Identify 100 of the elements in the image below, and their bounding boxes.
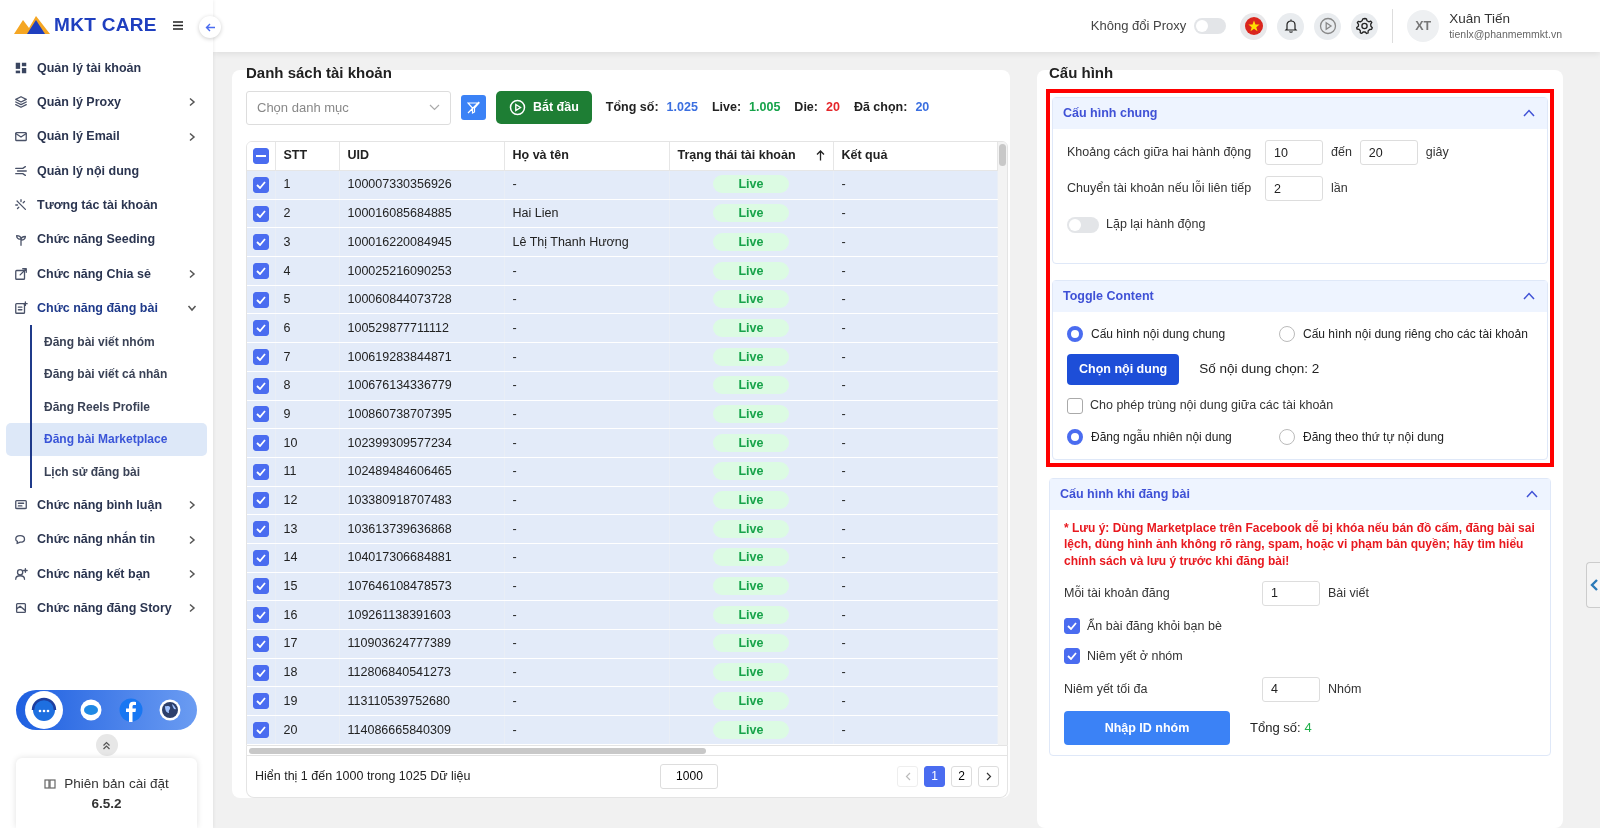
nav-item[interactable]: Chức năng đăng bài: [0, 291, 213, 326]
row-checkbox[interactable]: [253, 320, 269, 337]
nav-item[interactable]: Quản lý Proxy: [0, 85, 213, 120]
radio-label: Đăng ngẫu nhiên nội dung: [1091, 428, 1232, 446]
column-header[interactable]: UID: [347, 146, 370, 166]
checkbox[interactable]: [1064, 618, 1080, 634]
radio-button[interactable]: [1279, 428, 1295, 445]
submenu-item[interactable]: Đăng bài viết cá nhân: [6, 357, 207, 391]
nav-item[interactable]: Tương tác tài khoản: [0, 188, 213, 223]
support-icon[interactable]: [24, 690, 65, 730]
checkbox[interactable]: [1064, 648, 1080, 664]
avatar[interactable]: XT: [1407, 10, 1440, 42]
row-checkbox[interactable]: [253, 291, 269, 308]
proxy-label: Không đổi Proxy: [1090, 17, 1187, 36]
proxy-switch[interactable]: [1194, 18, 1227, 34]
row-checkbox[interactable]: [253, 492, 269, 509]
chevron-up-icon[interactable]: [1523, 109, 1535, 117]
submenu-item[interactable]: Lịch sử đăng bài: [6, 455, 207, 489]
column-header[interactable]: Họ và tên: [512, 146, 569, 166]
table-cell: 8: [283, 378, 291, 393]
side-tab[interactable]: [1586, 562, 1600, 608]
social-logo-icon[interactable]: [118, 698, 143, 722]
sort-up-icon[interactable]: [815, 150, 825, 162]
row-checkbox[interactable]: [253, 348, 269, 365]
radio-button[interactable]: [1067, 325, 1083, 342]
chat-bubble-icon[interactable]: [80, 699, 103, 721]
submenu-item[interactable]: Đăng bài viết nhóm: [6, 325, 207, 358]
flag-icon[interactable]: [1240, 12, 1268, 40]
nav-item[interactable]: Chức năng đăng Story: [0, 591, 213, 626]
row-checkbox[interactable]: [253, 406, 269, 423]
nav-item[interactable]: Chức năng Chia sẻ: [0, 256, 213, 292]
action-button[interactable]: Chọn nội dung: [1067, 353, 1180, 385]
nav-item[interactable]: Quản lý tài khoản: [0, 51, 213, 86]
collapse-button[interactable]: [199, 16, 221, 38]
row-checkbox[interactable]: [253, 721, 269, 738]
row-checkbox[interactable]: [253, 435, 269, 452]
row-checkbox[interactable]: [253, 607, 269, 624]
toggle-switch[interactable]: [1067, 216, 1099, 233]
nav-item[interactable]: Chức năng Seeding: [0, 222, 213, 257]
table-cell: -: [512, 320, 517, 335]
radio-button[interactable]: [1279, 325, 1295, 342]
section-title[interactable]: Cấu hình khi đăng bài: [1060, 484, 1190, 504]
page-size-field[interactable]: 1000: [660, 763, 719, 789]
row-checkbox[interactable]: [253, 234, 269, 251]
nav-item[interactable]: Chức năng bình luận: [0, 488, 213, 523]
row-checkbox[interactable]: [253, 176, 269, 193]
start-button[interactable]: Bắt đầu: [496, 91, 592, 124]
table-cell: -: [512, 435, 517, 450]
bell-icon[interactable]: [1277, 12, 1305, 40]
row-checkbox[interactable]: [253, 262, 269, 279]
column-header[interactable]: STT: [283, 146, 308, 166]
row-checkbox[interactable]: [253, 693, 269, 710]
number-field[interactable]: 10: [1265, 140, 1323, 165]
layers-icon: [14, 95, 28, 110]
submenu-item[interactable]: Đăng bài Marketplace: [6, 423, 207, 456]
settings-icon[interactable]: [1351, 12, 1379, 40]
row-checkbox[interactable]: [253, 578, 269, 595]
scrollbar[interactable]: [246, 745, 1008, 756]
row-checkbox[interactable]: [253, 205, 269, 222]
column-header[interactable]: Trạng thái tài khoản: [677, 146, 796, 166]
table-cell: 100025216090253: [347, 263, 452, 278]
section-title[interactable]: Cấu hình chung: [1063, 103, 1158, 123]
nav-item[interactable]: Quản lý Email: [0, 119, 213, 154]
chevron-up-icon[interactable]: [1526, 490, 1538, 498]
globe-icon[interactable]: [158, 699, 181, 721]
row-checkbox[interactable]: [253, 635, 269, 652]
category-select[interactable]: Chọn danh mục: [246, 90, 451, 125]
expand-button[interactable]: [95, 734, 118, 756]
page-button[interactable]: 1: [924, 765, 945, 787]
nav-item[interactable]: Chức năng nhắn tin: [0, 522, 213, 557]
table-cell: 100529877711112: [347, 320, 449, 335]
nav-item[interactable]: Quản lý nội dung: [0, 153, 213, 189]
row-checkbox[interactable]: [253, 521, 269, 538]
number-field[interactable]: 4: [1262, 676, 1320, 702]
row-checkbox[interactable]: [253, 664, 269, 681]
status-badge: Live: [713, 519, 789, 538]
table-cell: 16: [283, 607, 298, 622]
table-cell: -: [512, 406, 517, 421]
row-checkbox[interactable]: [253, 377, 269, 394]
row-checkbox[interactable]: [253, 463, 269, 480]
column-header[interactable]: Kết quả: [841, 146, 888, 166]
section-title[interactable]: Toggle Content: [1063, 286, 1154, 306]
filter-off-button[interactable]: [461, 95, 486, 120]
sprout-icon: [14, 232, 28, 247]
row-checkbox[interactable]: [253, 549, 269, 566]
play-icon[interactable]: [1314, 12, 1342, 40]
checkbox[interactable]: [1067, 397, 1083, 414]
number-field[interactable]: 20: [1359, 140, 1418, 165]
number-field[interactable]: 2: [1265, 176, 1323, 201]
number-field[interactable]: 1: [1262, 580, 1320, 606]
action-button[interactable]: Nhập ID nhóm: [1064, 711, 1230, 745]
table-cell: -: [841, 464, 846, 479]
table-cell: -: [841, 378, 846, 393]
menu-icon[interactable]: [172, 20, 183, 30]
scrollbar[interactable]: [998, 141, 1007, 745]
chevron-up-icon[interactable]: [1523, 292, 1535, 300]
radio-button[interactable]: [1067, 428, 1083, 445]
nav-item[interactable]: Chức năng kết bạn: [0, 556, 213, 592]
page-button[interactable]: 2: [951, 765, 972, 787]
select-all-checkbox[interactable]: [253, 147, 269, 164]
